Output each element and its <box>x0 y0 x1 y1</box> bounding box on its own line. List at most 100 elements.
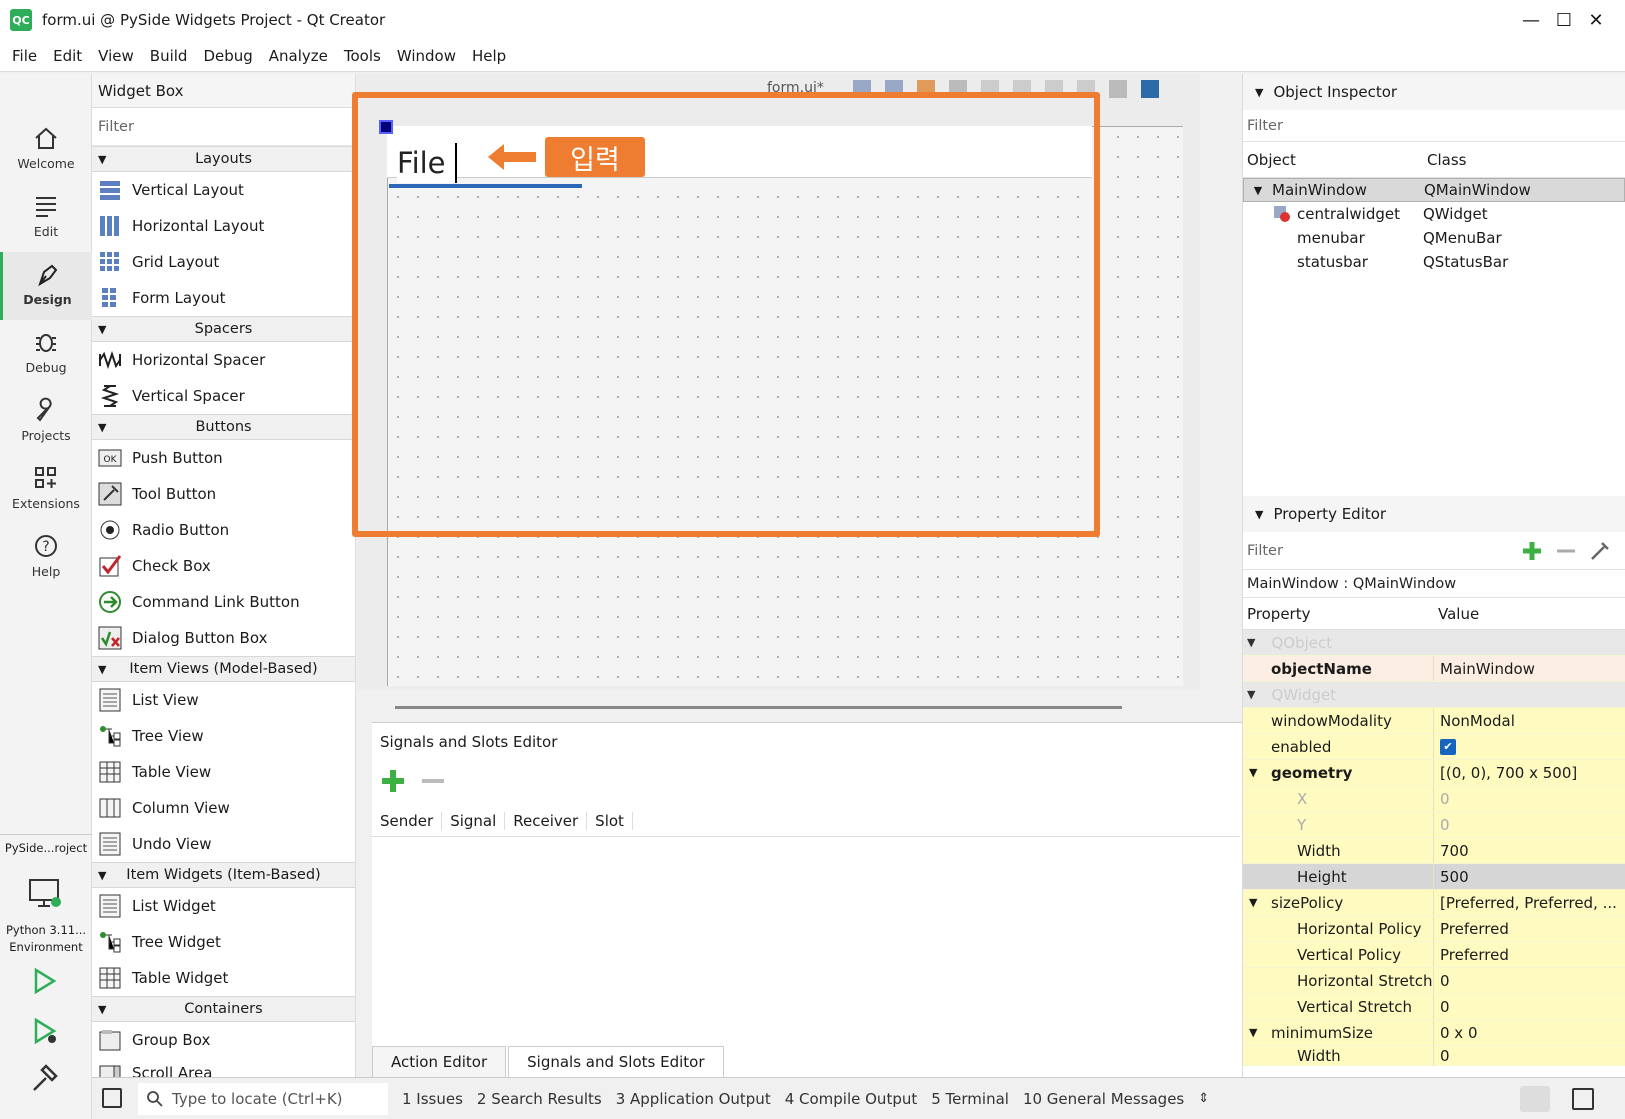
menu-edit[interactable]: Edit <box>45 47 90 65</box>
property-horizontal-policy[interactable]: Horizontal Policy Preferred <box>1243 916 1625 942</box>
object-row-statusbar[interactable]: statusbar QStatusBar <box>1243 250 1625 274</box>
property-vertical-stretch[interactable]: Vertical Stretch 0 <box>1243 994 1625 1020</box>
property-editor-header[interactable]: ▼ Property Editor <box>1243 496 1625 532</box>
widget-vertical-spacer[interactable]: Vertical Spacer <box>92 378 355 414</box>
mode-edit[interactable]: Edit <box>0 184 92 252</box>
property-value[interactable]: [Preferred, Preferred, ... <box>1434 890 1625 915</box>
widget-group-box[interactable]: Group Box <box>92 1022 355 1058</box>
property-enabled[interactable]: enabled ✔ <box>1243 734 1625 760</box>
widget-tree-view[interactable]: Tree View <box>92 718 355 754</box>
widget-table-widget[interactable]: Table Widget <box>92 960 355 996</box>
mode-extensions[interactable]: Extensions <box>0 456 92 524</box>
object-row-menubar[interactable]: menubar QMenuBar <box>1243 226 1625 250</box>
widget-list-view[interactable]: List View <box>92 682 355 718</box>
remove-connection-icon[interactable] <box>420 768 446 794</box>
menu-title-input[interactable] <box>397 143 457 183</box>
widget-check-box[interactable]: Check Box <box>92 548 355 584</box>
category-containers[interactable]: ▼ Containers <box>92 996 355 1022</box>
pane-application-output[interactable]: 3 Application Output <box>616 1090 771 1108</box>
break-layout-icon[interactable] <box>1109 80 1127 98</box>
property-value[interactable]: 0 <box>1434 786 1625 811</box>
form-canvas[interactable] <box>387 126 1183 686</box>
column-object[interactable]: Object <box>1243 151 1423 169</box>
property-geometry-height[interactable]: Height 500 <box>1243 864 1625 890</box>
pane-switch-icon[interactable]: ⇕ <box>1198 1091 1209 1106</box>
pane-search-results[interactable]: 2 Search Results <box>477 1090 602 1108</box>
object-row-mainwindow[interactable]: ▼ MainWindow QMainWindow <box>1243 178 1625 202</box>
column-property[interactable]: Property <box>1243 605 1434 623</box>
menu-window[interactable]: Window <box>389 47 464 65</box>
menu-view[interactable]: View <box>90 47 142 65</box>
property-horizontal-stretch[interactable]: Horizontal Stretch 0 <box>1243 968 1625 994</box>
property-sizepolicy[interactable]: ▼ sizePolicy [Preferred, Preferred, ... <box>1243 890 1625 916</box>
category-buttons[interactable]: ▼ Buttons <box>92 414 355 440</box>
property-geometry[interactable]: ▼ geometry [(0, 0), 700 x 500] <box>1243 760 1625 786</box>
widget-column-view[interactable]: Column View <box>92 790 355 826</box>
property-geometry-width[interactable]: Width 700 <box>1243 838 1625 864</box>
menu-tools[interactable]: Tools <box>336 47 389 65</box>
category-item-views[interactable]: ▼ Item Views (Model-Based) <box>92 656 355 682</box>
property-minimum-width[interactable]: Width 0 <box>1243 1046 1625 1066</box>
locator-input[interactable]: Type to locate (Ctrl+K) <box>138 1082 388 1115</box>
property-group-qobject[interactable]: ▼ QObject <box>1243 630 1625 656</box>
mode-debug[interactable]: Debug <box>0 320 92 388</box>
widget-push-button[interactable]: OK Push Button <box>92 440 355 476</box>
pane-general-messages[interactable]: 10 General Messages <box>1023 1090 1184 1108</box>
toggle-sidebar-icon[interactable] <box>102 1088 122 1108</box>
property-value[interactable]: 0 <box>1434 968 1625 993</box>
widget-table-view[interactable]: Table View <box>92 754 355 790</box>
object-row-centralwidget[interactable]: centralwidget QWidget <box>1243 202 1625 226</box>
mode-design[interactable]: Design <box>0 252 92 320</box>
property-value[interactable]: 500 <box>1434 864 1625 889</box>
layout-vertical-icon[interactable] <box>1013 80 1031 98</box>
widget-tree-widget[interactable]: Tree Widget <box>92 924 355 960</box>
add-connection-icon[interactable] <box>380 768 406 794</box>
build-button[interactable] <box>30 1064 60 1098</box>
menu-debug[interactable]: Debug <box>195 47 260 65</box>
object-inspector-header[interactable]: ▼ Object Inspector <box>1243 74 1625 110</box>
horizontal-scrollbar[interactable] <box>395 706 1122 709</box>
pane-terminal[interactable]: 5 Terminal <box>931 1090 1009 1108</box>
mode-help[interactable]: ? Help <box>0 524 92 592</box>
edit-tab-order-icon[interactable] <box>949 80 967 98</box>
widget-grid-layout[interactable]: Grid Layout <box>92 244 355 280</box>
mode-welcome[interactable]: Welcome <box>0 116 92 184</box>
property-minimumsize[interactable]: ▼ minimumSize 0 x 0 <box>1243 1020 1625 1046</box>
output-toggle-icon[interactable] <box>1520 1086 1550 1112</box>
close-button[interactable]: ✕ <box>1567 0 1625 40</box>
column-receiver[interactable]: Receiver <box>505 811 588 830</box>
column-slot[interactable]: Slot <box>587 811 633 830</box>
property-value[interactable]: 0 <box>1434 812 1625 837</box>
column-value[interactable]: Value <box>1434 605 1479 623</box>
adjust-size-icon[interactable] <box>1141 80 1159 98</box>
toggle-right-sidebar-icon[interactable] <box>1572 1088 1594 1110</box>
property-windowmodality[interactable]: windowModality NonModal <box>1243 708 1625 734</box>
remove-property-icon[interactable] <box>1555 540 1577 562</box>
property-value[interactable]: [(0, 0), 700 x 500] <box>1434 760 1625 785</box>
column-signal[interactable]: Signal <box>442 811 506 830</box>
edit-buddies-icon[interactable] <box>917 80 935 98</box>
edit-signals-icon[interactable] <box>885 80 903 98</box>
widget-command-link-button[interactable]: Command Link Button <box>92 584 355 620</box>
menu-file[interactable]: File <box>4 47 45 65</box>
layout-horizontal-icon[interactable] <box>981 80 999 98</box>
property-group-qwidget[interactable]: ▼ QWidget <box>1243 682 1625 708</box>
column-class[interactable]: Class <box>1423 151 1466 169</box>
pane-issues[interactable]: 1 Issues <box>402 1090 463 1108</box>
widget-box-filter-input[interactable]: Filter <box>92 108 355 146</box>
category-item-widgets[interactable]: ▼ Item Widgets (Item-Based) <box>92 862 355 888</box>
layout-grid-icon[interactable] <box>1077 80 1095 98</box>
widget-form-layout[interactable]: Form Layout <box>92 280 355 316</box>
menu-help[interactable]: Help <box>464 47 514 65</box>
layout-splitter-icon[interactable] <box>1045 80 1063 98</box>
selection-handle[interactable] <box>379 120 393 134</box>
property-editor-filter-input[interactable]: Filter <box>1243 532 1625 570</box>
object-inspector-filter-input[interactable]: Filter <box>1243 110 1625 142</box>
property-value[interactable]: 0 x 0 <box>1434 1020 1625 1045</box>
configure-icon[interactable] <box>1589 540 1611 562</box>
widget-horizontal-layout[interactable]: Horizontal Layout <box>92 208 355 244</box>
edit-widgets-icon[interactable] <box>853 80 871 98</box>
widget-dialog-button-box[interactable]: Dialog Button Box <box>92 620 355 656</box>
property-value[interactable]: 700 <box>1434 838 1625 863</box>
category-spacers[interactable]: ▼ Spacers <box>92 316 355 342</box>
